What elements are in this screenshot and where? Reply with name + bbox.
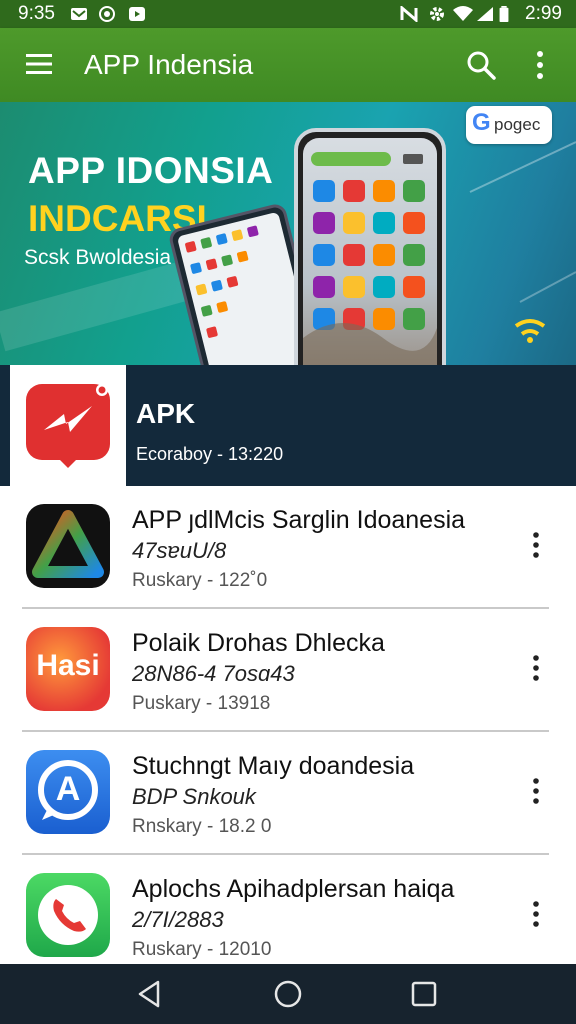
home-icon[interactable]: [272, 978, 304, 1010]
letter-a-app-icon: A: [26, 750, 110, 834]
app-subtitle-text: 28N86-4 7osɑ43: [132, 661, 295, 686]
hamburger-menu-icon[interactable]: [26, 52, 52, 76]
app-title-text: Polaik Drohas Dhlecka: [132, 629, 385, 657]
phone-grid-app-icon: [343, 244, 365, 266]
phone-grid-app-icon: [403, 244, 425, 266]
back-icon[interactable]: [134, 978, 166, 1010]
more-options-icon[interactable]: [524, 776, 548, 806]
letter-a-icon-label: A: [55, 770, 81, 808]
app-title: APP Indensia: [84, 49, 254, 80]
app-bar: APP Indensia: [0, 28, 576, 102]
phone-app-icon: [26, 873, 110, 957]
featured-app-title: APK: [136, 398, 196, 429]
hasi-app-icon: Hasi: [26, 627, 110, 711]
app-subtitle-text: 47sɐuU/8: [132, 538, 227, 563]
phone-grid-app-icon: [373, 244, 395, 266]
phone-grid-app-icon: [373, 308, 395, 330]
overflow-menu-icon[interactable]: [528, 50, 552, 80]
app-meta-text: Rnskary - 18.2 0: [132, 816, 272, 837]
more-options-icon[interactable]: [524, 899, 548, 929]
google-badge[interactable]: G pogec: [466, 106, 552, 144]
phone-grid-app-icon: [343, 212, 365, 234]
app-subtitle-text: 2/7I/2883: [132, 907, 224, 932]
google-badge-text: pogec: [494, 115, 541, 134]
more-options-icon[interactable]: [524, 653, 548, 683]
system-nav-bar: [0, 964, 576, 1024]
list-item[interactable]: Hasi Polaik Drohas Dhlecka 28N86-4 7osɑ4…: [0, 609, 576, 732]
list-item[interactable]: Aplochs Apihadplersan haiqa 2/7I/2883 Ru…: [0, 855, 576, 964]
app-title-text: Stuchngt Maıy doandesia: [132, 752, 415, 780]
phone-grid-app-icon: [313, 212, 335, 234]
banner-heading: APP IDONSIA: [28, 150, 274, 191]
app-title-text: APP ȷdlMcis Sarglin Idoanesia: [132, 506, 466, 534]
phone-grid-app-icon: [403, 212, 425, 234]
list-item[interactable]: APP ȷdlMcis Sarglin Idoanesia 47sɐuU/8 R…: [0, 486, 576, 609]
status-bar: 9:35 2:99: [0, 0, 576, 28]
more-options-icon[interactable]: [524, 530, 548, 560]
phone-grid-app-icon: [373, 180, 395, 202]
app-meta-text: Ruskary - 12010: [132, 939, 272, 960]
phone-grid-app-icon: [313, 244, 335, 266]
phone-grid-app-icon: [343, 276, 365, 298]
banner-tagline: Scsk Bwoldesia: [24, 246, 172, 269]
signal-icon: [477, 7, 493, 21]
nfc-icon: [400, 6, 418, 22]
camera-icon: [99, 6, 115, 22]
phone-grid-app-icon: [403, 308, 425, 330]
google-g-icon: G: [472, 109, 491, 136]
phone-grid-app-icon: [343, 180, 365, 202]
lightning-icon[interactable]: [26, 384, 110, 468]
recents-icon[interactable]: [408, 978, 440, 1010]
search-icon[interactable]: [466, 50, 496, 80]
triangle-app-icon: [26, 504, 110, 588]
settings-icon: [430, 7, 444, 21]
video-icon: [129, 7, 145, 21]
app-subtitle-text: BDP Snkouk: [132, 784, 256, 809]
phone-grid-app-icon: [403, 276, 425, 298]
wifi-icon: [453, 6, 473, 21]
app-meta-text: Puskary - 13918: [132, 693, 271, 714]
hasi-icon-label: Hasi: [36, 649, 100, 682]
mail-icon: [71, 8, 87, 20]
phone-grid-app-icon: [313, 276, 335, 298]
status-time: 9:35: [18, 3, 55, 24]
phone-grid-app-icon: [373, 276, 395, 298]
featured-app-meta: Ecoraboy - 13:220: [136, 444, 284, 464]
phone-grid-app-icon: [373, 212, 395, 234]
status-clock: 2:99: [525, 3, 562, 24]
app-list: APP ȷdlMcis Sarglin Idoanesia 47sɐuU/8 R…: [0, 486, 576, 964]
list-item[interactable]: A Stuchngt Maıy doandesia BDP Snkouk Rns…: [0, 732, 576, 855]
battery-icon: [499, 6, 509, 22]
app-title-text: Aplochs Apihadplersan haiqa: [132, 875, 455, 903]
phone-grid-app-icon: [403, 180, 425, 202]
phone-grid-app-icon: [313, 180, 335, 202]
app-meta-text: Ruskary - 122˚0: [132, 570, 268, 591]
